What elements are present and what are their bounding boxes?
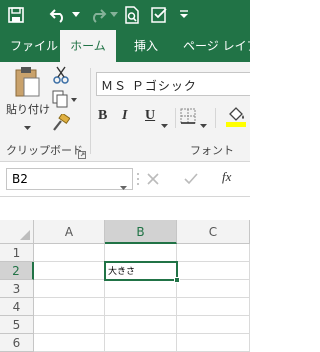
paste-label: 貼り付け bbox=[6, 103, 50, 116]
formula-bar: B2 fx bbox=[0, 162, 250, 208]
tab-home[interactable]: ホーム bbox=[60, 30, 116, 62]
cell-b5[interactable] bbox=[105, 316, 177, 334]
insert-function-button[interactable]: fx bbox=[222, 169, 242, 187]
row-header[interactable]: 4 bbox=[0, 298, 34, 316]
name-box[interactable]: B2 bbox=[6, 168, 133, 190]
cut-icon[interactable] bbox=[52, 66, 72, 86]
cell-c4[interactable] bbox=[177, 298, 250, 316]
group-separator bbox=[90, 68, 91, 154]
customize-qat-icon[interactable] bbox=[176, 4, 192, 26]
cell-b2-value: 大きさ bbox=[108, 267, 136, 277]
font-group-label: フォント bbox=[190, 144, 234, 157]
font-separator bbox=[175, 108, 176, 128]
column-header-c[interactable]: C bbox=[177, 220, 250, 244]
row-header-selected[interactable]: 2 bbox=[0, 262, 34, 280]
cell-c6[interactable] bbox=[177, 334, 250, 352]
font-name-value: ＭＳ Ｐゴシック bbox=[101, 79, 197, 93]
borders-icon[interactable] bbox=[180, 108, 198, 126]
cell-c2[interactable] bbox=[177, 262, 250, 280]
cell-a6[interactable] bbox=[34, 334, 105, 352]
format-painter-icon[interactable] bbox=[52, 112, 72, 134]
fill-handle[interactable] bbox=[174, 277, 180, 283]
bold-button[interactable]: B bbox=[98, 108, 112, 126]
name-box-dropdown-icon[interactable] bbox=[120, 176, 130, 190]
cell-a4[interactable] bbox=[34, 298, 105, 316]
borders-dropdown-icon[interactable] bbox=[200, 114, 210, 128]
tab-insert[interactable]: 挿入 bbox=[134, 30, 158, 62]
redo-icon[interactable] bbox=[86, 4, 110, 26]
clipboard-group-label: クリップボード bbox=[6, 144, 83, 157]
font-separator bbox=[215, 108, 216, 128]
undo-dropdown-icon[interactable] bbox=[70, 4, 82, 26]
tab-file[interactable]: ファイル bbox=[10, 30, 58, 62]
cell-a5[interactable] bbox=[34, 316, 105, 334]
copy-icon[interactable] bbox=[52, 90, 78, 110]
select-all-corner[interactable] bbox=[0, 220, 34, 244]
column-header-a[interactable]: A bbox=[34, 220, 105, 244]
underline-button[interactable]: U bbox=[145, 108, 159, 126]
cell-c5[interactable] bbox=[177, 316, 250, 334]
row-header[interactable]: 6 bbox=[0, 334, 34, 352]
cancel-entry-icon[interactable] bbox=[146, 171, 162, 187]
form-check-icon[interactable] bbox=[148, 4, 172, 26]
cell-a3[interactable] bbox=[34, 280, 105, 298]
clipboard-launcher-icon[interactable] bbox=[78, 144, 88, 159]
fill-color-icon[interactable] bbox=[226, 104, 248, 128]
save-icon[interactable] bbox=[4, 4, 28, 26]
cell-c3[interactable] bbox=[177, 280, 250, 298]
cell-b3[interactable] bbox=[105, 280, 177, 298]
row-header[interactable]: 5 bbox=[0, 316, 34, 334]
paste-icon bbox=[15, 67, 40, 97]
undo-icon[interactable] bbox=[46, 4, 70, 26]
cell-b1[interactable] bbox=[105, 244, 177, 262]
cell-a1[interactable] bbox=[34, 244, 105, 262]
italic-button[interactable]: I bbox=[122, 108, 136, 126]
cell-a2[interactable] bbox=[34, 262, 105, 280]
cell-c1[interactable] bbox=[177, 244, 250, 262]
ribbon: 貼り付け クリップボード ＭＳ Ｐゴシック B I U フォント bbox=[0, 62, 250, 162]
redo-dropdown-icon[interactable] bbox=[108, 4, 120, 26]
cell-b6[interactable] bbox=[105, 334, 177, 352]
tab-page-layout[interactable]: ページ レイアウ bbox=[183, 30, 271, 62]
font-name-combobox[interactable]: ＭＳ Ｐゴシック bbox=[96, 72, 250, 96]
formula-bar-grip-icon[interactable] bbox=[137, 171, 139, 187]
paste-button[interactable]: 貼り付け bbox=[6, 66, 50, 130]
underline-dropdown-icon[interactable] bbox=[161, 114, 171, 128]
quick-access-toolbar bbox=[0, 0, 250, 30]
paste-dropdown-icon[interactable] bbox=[24, 116, 31, 135]
enter-check-icon[interactable] bbox=[184, 171, 200, 187]
row-header[interactable]: 1 bbox=[0, 244, 34, 262]
active-cell-b2[interactable]: 大きさ bbox=[104, 261, 178, 281]
formula-bar-divider bbox=[0, 196, 250, 197]
ribbon-tabs: ファイル ホーム 挿入 ページ レイアウ bbox=[0, 30, 271, 62]
worksheet-grid[interactable]: A B C 1 2 3 4 5 6 大きさ bbox=[0, 208, 250, 352]
row-header[interactable]: 3 bbox=[0, 280, 34, 298]
cell-b4[interactable] bbox=[105, 298, 177, 316]
column-header-b[interactable]: B bbox=[105, 220, 177, 244]
print-preview-icon[interactable] bbox=[120, 4, 144, 26]
